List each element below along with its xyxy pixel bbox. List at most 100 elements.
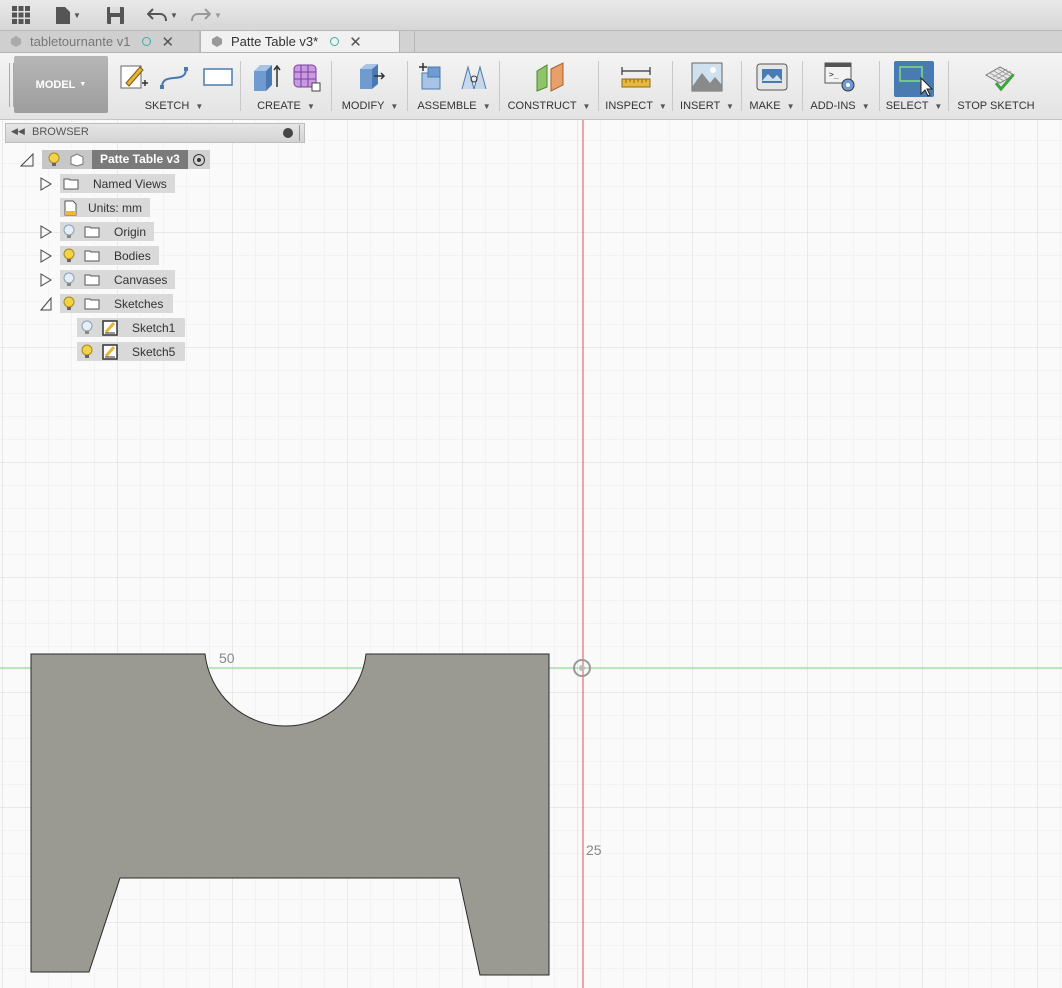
dimension-side[interactable]: 25: [586, 842, 602, 858]
assemble-group[interactable]: ASSEMBLE ▼: [412, 53, 496, 119]
browser-item-bodies[interactable]: Bodies: [40, 246, 159, 265]
folder-icon: [84, 298, 100, 310]
lightbulb-off-icon[interactable]: [62, 224, 76, 240]
offset-plane-icon[interactable]: [534, 61, 566, 93]
undo-icon[interactable]: ▼: [147, 4, 178, 26]
lightbulb-icon[interactable]: [62, 248, 76, 264]
tab-label: Patte Table v3*: [231, 34, 319, 49]
divider: [240, 61, 241, 111]
workspace-mode-button[interactable]: MODEL ▼: [14, 56, 108, 113]
construct-group[interactable]: CONSTRUCT ▼: [504, 53, 594, 119]
scripts-icon[interactable]: >_: [824, 61, 856, 93]
save-icon[interactable]: [107, 4, 124, 26]
browser-item-origin[interactable]: Origin: [40, 222, 155, 241]
browser-item-canvases[interactable]: Canvases: [40, 270, 176, 289]
mode-label: MODEL: [35, 78, 76, 91]
lightbulb-icon[interactable]: [80, 344, 94, 360]
origin-center: [579, 665, 585, 671]
browser-root[interactable]: Patte Table v3: [20, 150, 210, 169]
extrude-icon[interactable]: [250, 61, 282, 93]
sketch-group[interactable]: SKETCH ▼: [112, 53, 236, 119]
units-icon: [64, 200, 77, 215]
expand-triangle-icon[interactable]: [40, 224, 52, 239]
grid-icon[interactable]: [12, 4, 30, 26]
3d-print-icon[interactable]: [756, 61, 788, 93]
dimension-top[interactable]: 50: [219, 650, 235, 666]
measure-icon[interactable]: [620, 61, 652, 93]
expand-triangle-icon[interactable]: [40, 272, 52, 287]
close-icon[interactable]: ✕: [161, 33, 174, 51]
minimize-icon[interactable]: [283, 128, 293, 138]
insert-image-icon[interactable]: [691, 61, 723, 93]
group-label: ASSEMBLE: [417, 100, 477, 112]
chevron-down-icon: ▼: [934, 102, 943, 111]
cube-icon: [212, 36, 222, 47]
joint-icon[interactable]: [458, 61, 490, 93]
group-label: INSPECT: [605, 100, 653, 112]
group-label: MODIFY: [341, 100, 385, 112]
root-label: Patte Table v3: [92, 150, 188, 169]
item-label: Named Views: [93, 176, 167, 191]
lightbulb-icon[interactable]: [62, 296, 76, 312]
browser-item-units[interactable]: Units: mm: [60, 198, 150, 217]
sketch-canvas[interactable]: [0, 120, 1062, 988]
item-label: Sketch5: [132, 344, 176, 359]
folder-icon: [84, 226, 100, 238]
addins-group[interactable]: >_ ADD-INS ▼: [806, 53, 874, 119]
create-group[interactable]: CREATE ▼: [244, 53, 328, 119]
lightbulb-off-icon[interactable]: [80, 320, 94, 336]
activate-icon[interactable]: [187, 150, 210, 169]
divider: [499, 61, 500, 111]
inspect-group[interactable]: INSPECT ▼: [604, 53, 668, 119]
file-icon[interactable]: ▼: [56, 4, 81, 26]
tab-tabletournante[interactable]: tabletournante v1 ✕: [0, 31, 200, 52]
item-label: Sketch1: [132, 320, 176, 335]
lightbulb-icon[interactable]: [46, 152, 62, 168]
expand-triangle-icon[interactable]: [20, 152, 34, 167]
divider: [331, 61, 332, 111]
document-tabs: tabletournante v1 ✕ Patte Table v3* ✕: [0, 31, 1062, 53]
group-label: STOP SKETCH: [957, 100, 1035, 112]
collapse-triangle-icon[interactable]: [40, 296, 52, 311]
new-component-icon[interactable]: [416, 61, 448, 93]
select-group[interactable]: SELECT ▼: [884, 53, 944, 119]
chevron-down-icon: ▼: [170, 10, 178, 20]
expand-triangle-icon[interactable]: [40, 176, 52, 191]
browser-item-named-views[interactable]: Named Views: [40, 174, 175, 193]
insert-group[interactable]: INSERT ▼: [677, 53, 737, 119]
chevron-down-icon: ▼: [306, 102, 315, 111]
stop-sketch-group[interactable]: STOP SKETCH: [954, 53, 1038, 119]
chevron-down-icon: ▼: [582, 102, 591, 111]
collapse-icon[interactable]: ◀◀: [11, 126, 25, 137]
press-pull-icon[interactable]: [354, 61, 386, 93]
close-icon[interactable]: ✕: [349, 33, 362, 51]
tab-patte-table[interactable]: Patte Table v3* ✕: [200, 31, 400, 52]
browser-item-sketch1[interactable]: Sketch1: [77, 318, 186, 337]
group-label: SELECT: [885, 100, 929, 112]
redo-icon[interactable]: ▼: [191, 4, 222, 26]
folder-icon: [63, 178, 79, 190]
browser-title: BROWSER: [32, 126, 89, 138]
group-label: MAKE: [749, 100, 781, 112]
expand-triangle-icon[interactable]: [40, 248, 52, 263]
resize-handle[interactable]: [299, 125, 300, 141]
browser-header[interactable]: ◀◀ BROWSER: [5, 123, 305, 143]
browser-item-sketch5[interactable]: Sketch5: [77, 342, 186, 361]
create-sketch-icon[interactable]: [118, 61, 150, 93]
new-tab-button[interactable]: [400, 31, 415, 52]
modify-group[interactable]: MODIFY ▼: [336, 53, 404, 119]
line-icon[interactable]: [158, 61, 190, 93]
form-icon[interactable]: [290, 61, 322, 93]
divider: [598, 61, 599, 111]
browser-item-sketches[interactable]: Sketches: [40, 294, 174, 313]
select-button[interactable]: [894, 61, 934, 97]
stop-sketch-icon[interactable]: [984, 61, 1016, 93]
group-label: CONSTRUCT: [507, 100, 577, 112]
chevron-down-icon: ▼: [214, 10, 222, 20]
status-dot-icon: [330, 37, 340, 46]
item-label: Units: mm: [88, 200, 142, 215]
lightbulb-off-icon[interactable]: [62, 272, 76, 288]
rectangle-icon[interactable]: [202, 61, 234, 93]
item-label: Bodies: [114, 248, 151, 263]
make-group[interactable]: MAKE ▼: [746, 53, 798, 119]
